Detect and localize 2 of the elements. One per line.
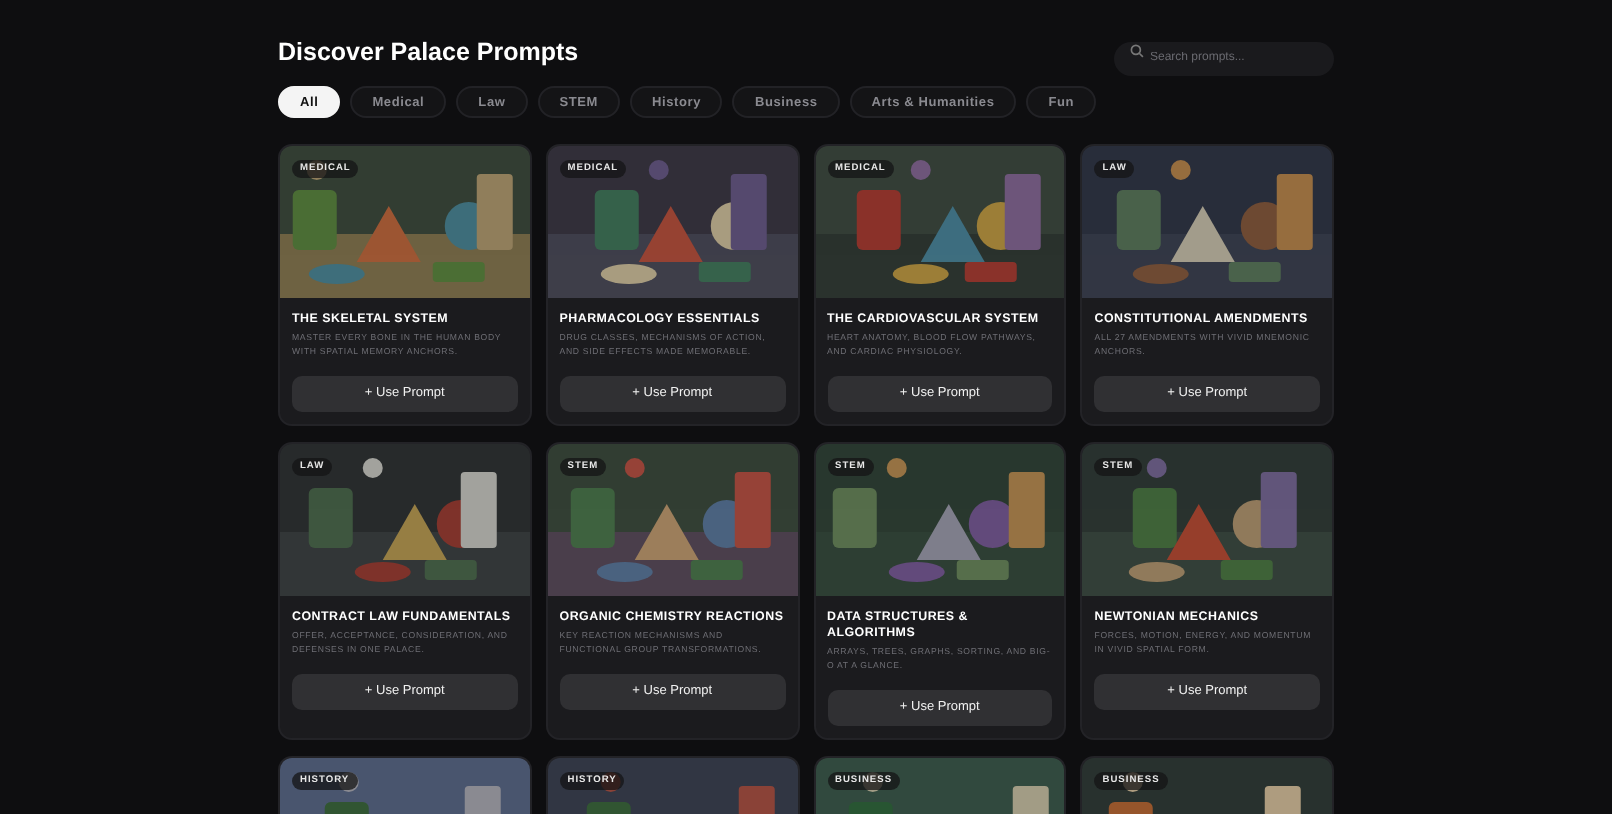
search-icon	[1130, 44, 1144, 58]
page-title: Discover Palace Prompts	[278, 37, 579, 65]
